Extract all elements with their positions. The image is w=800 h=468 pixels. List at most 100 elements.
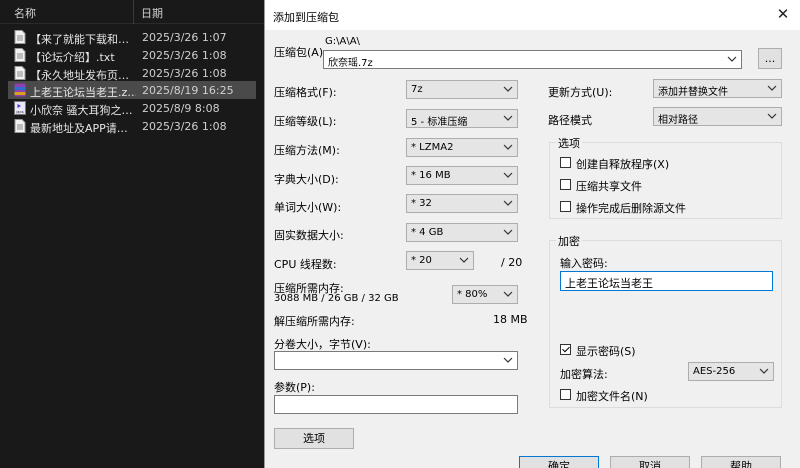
encryption-method-select[interactable]: AES-256 bbox=[688, 362, 774, 381]
archive-file-icon bbox=[14, 83, 26, 97]
file-date: 2025/3/26 1:07 bbox=[142, 31, 227, 44]
file-row-selected[interactable]: 上老王论坛当老王.z… 2025/8/19 16:25 bbox=[8, 81, 256, 99]
chevron-down-icon bbox=[503, 229, 513, 235]
chevron-down-icon bbox=[759, 368, 769, 374]
text-file-icon bbox=[14, 30, 26, 44]
checkbox-label: 显示密码(S) bbox=[576, 345, 636, 358]
memory-usage-value: * 80% bbox=[457, 289, 488, 300]
file-date: 2025/8/9 8:08 bbox=[142, 102, 220, 115]
chevron-down-icon bbox=[503, 357, 513, 363]
text-file-icon bbox=[14, 48, 26, 62]
file-row[interactable]: 【来了就能下载和… 2025/3/26 1:07 bbox=[8, 28, 264, 46]
cpu-threads-select[interactable]: * 20 bbox=[406, 251, 474, 270]
chevron-down-icon bbox=[503, 172, 513, 178]
chevron-down-icon bbox=[767, 113, 777, 119]
level-value: 5 - 标准压缩 bbox=[411, 117, 468, 128]
encryption-method-value: AES-256 bbox=[693, 366, 736, 377]
file-row[interactable]: 【论坛介绍】.txt 2025/3/26 1:08 bbox=[8, 46, 264, 64]
split-size-label: 分卷大小，字节(V): bbox=[274, 338, 371, 351]
solid-block-label: 固实数据大小: bbox=[274, 229, 344, 242]
chevron-down-icon bbox=[503, 144, 513, 150]
column-date[interactable]: 日期 bbox=[141, 5, 163, 21]
close-icon[interactable]: ✕ bbox=[775, 6, 791, 22]
word-size-value: * 32 bbox=[411, 198, 432, 209]
update-mode-select[interactable]: 添加并替换文件 bbox=[653, 79, 782, 98]
cpu-threads-total: / 20 bbox=[501, 256, 523, 269]
decompress-memory-value: 18 MB bbox=[493, 313, 528, 326]
update-mode-value: 添加并替换文件 bbox=[658, 87, 728, 98]
format-select[interactable]: 7z bbox=[406, 80, 518, 99]
browse-button[interactable]: ... bbox=[758, 48, 782, 69]
svg-text:MP4: MP4 bbox=[16, 111, 24, 115]
file-row[interactable]: 最新地址及APP请… 2025/3/26 1:08 bbox=[8, 117, 264, 135]
archive-label: 压缩包(A): bbox=[274, 46, 327, 59]
file-name: 最新地址及APP请… bbox=[30, 122, 128, 135]
level-select[interactable]: 5 - 标准压缩 bbox=[406, 109, 518, 128]
checkbox-label: 创建自释放程序(X) bbox=[576, 158, 670, 171]
cpu-threads-label: CPU 线程数: bbox=[274, 258, 337, 271]
dialog-titlebar[interactable]: 添加到压缩包 ✕ bbox=[265, 0, 800, 30]
dictionary-value: * 16 MB bbox=[411, 170, 451, 181]
checkbox-box bbox=[560, 179, 571, 190]
memory-usage-select[interactable]: * 80% bbox=[452, 285, 518, 304]
text-file-icon bbox=[14, 66, 26, 80]
password-input[interactable]: 上老王论坛当老王 bbox=[560, 271, 773, 291]
dictionary-select[interactable]: * 16 MB bbox=[406, 166, 518, 185]
path-mode-label: 路径模式 bbox=[548, 114, 592, 127]
file-row[interactable]: MP4 小欣奈 骚大耳狗之… 2025/8/9 8:08 bbox=[8, 99, 264, 117]
chevron-down-icon bbox=[503, 291, 513, 297]
path-mode-value: 相对路径 bbox=[658, 115, 698, 126]
archive-name-value: 欣奈瑶.7z bbox=[328, 58, 373, 69]
checkbox-box-checked bbox=[560, 344, 571, 355]
method-select[interactable]: * LZMA2 bbox=[406, 138, 518, 157]
method-label: 压缩方法(M): bbox=[274, 144, 340, 157]
file-date: 2025/8/19 16:25 bbox=[142, 84, 234, 97]
file-name: 【论坛介绍】.txt bbox=[30, 51, 115, 64]
encryption-method-label: 加密算法: bbox=[560, 368, 608, 381]
file-date: 2025/3/26 1:08 bbox=[142, 120, 227, 133]
file-name: 小欣奈 骚大耳狗之… bbox=[30, 104, 133, 117]
file-list-header: 名称 日期 bbox=[0, 0, 264, 24]
word-size-label: 单词大小(W): bbox=[274, 201, 342, 214]
add-to-archive-dialog: 添加到压缩包 ✕ 压缩包(A): G:\A\A\ 欣奈瑶.7z ... 压缩格式… bbox=[264, 0, 800, 468]
checkbox-label: 加密文件名(N) bbox=[576, 390, 648, 403]
word-size-select[interactable]: * 32 bbox=[406, 194, 518, 213]
solid-block-value: * 4 GB bbox=[411, 227, 444, 238]
file-explorer: 名称 日期 【来了就能下载和… 2025/3/26 1:07 【论坛介绍】.tx… bbox=[0, 0, 264, 468]
text-file-icon bbox=[14, 119, 26, 133]
chevron-down-icon bbox=[459, 257, 469, 263]
level-label: 压缩等级(L): bbox=[274, 115, 337, 128]
help-button[interactable]: 帮助 bbox=[701, 456, 781, 468]
cancel-button[interactable]: 取消 bbox=[610, 456, 690, 468]
checkbox-box bbox=[560, 201, 571, 212]
chevron-down-icon bbox=[767, 85, 777, 91]
chevron-down-icon bbox=[503, 115, 513, 121]
ok-button[interactable]: 确定 bbox=[519, 456, 599, 468]
method-value: * LZMA2 bbox=[411, 142, 454, 153]
file-row[interactable]: 【永久地址发布页… 2025/3/26 1:08 bbox=[8, 64, 264, 82]
encryption-group: 加密 输入密码: 上老王论坛当老王 显示密码(S) 加密算法: AES-256 … bbox=[549, 233, 782, 408]
cpu-threads-value: * 20 bbox=[411, 255, 432, 266]
column-separator[interactable] bbox=[133, 0, 134, 24]
password-value: 上老王论坛当老王 bbox=[565, 277, 653, 290]
checkbox-label: 压缩共享文件 bbox=[576, 180, 642, 193]
options-button[interactable]: 选项 bbox=[274, 428, 354, 449]
file-date: 2025/3/26 1:08 bbox=[142, 49, 227, 62]
checkbox-label: 操作完成后删除源文件 bbox=[576, 202, 686, 215]
path-mode-select[interactable]: 相对路径 bbox=[653, 107, 782, 126]
parameters-input[interactable] bbox=[274, 395, 518, 414]
checkbox-box bbox=[560, 157, 571, 168]
archive-name-combo[interactable]: 欣奈瑶.7z bbox=[323, 50, 742, 69]
solid-block-select[interactable]: * 4 GB bbox=[406, 223, 518, 242]
mp4-file-icon: MP4 bbox=[14, 101, 26, 115]
chevron-down-icon bbox=[727, 56, 737, 62]
column-name[interactable]: 名称 bbox=[14, 5, 36, 21]
file-name: 上老王论坛当老王.z… bbox=[30, 86, 136, 99]
parameters-label: 参数(P): bbox=[274, 381, 315, 394]
format-label: 压缩格式(F): bbox=[274, 86, 337, 99]
split-size-combo[interactable] bbox=[274, 351, 518, 370]
decompress-memory-label: 解压缩所需内存: bbox=[274, 315, 355, 328]
dialog-title: 添加到压缩包 bbox=[273, 11, 339, 24]
options-group: 选项 创建自释放程序(X) 压缩共享文件 操作完成后删除源文件 bbox=[549, 135, 782, 219]
encryption-group-title: 加密 bbox=[556, 233, 582, 249]
